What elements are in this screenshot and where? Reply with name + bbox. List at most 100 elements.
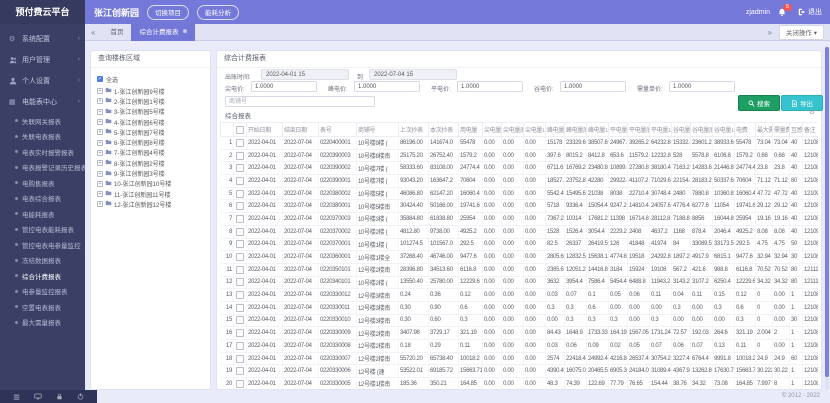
tree-expander-icon[interactable]: + [97, 140, 103, 146]
tree-item[interactable]: +6-张江创新园8号楼 [97, 137, 206, 147]
tree-expander-icon[interactable]: + [97, 191, 103, 197]
row-checkbox[interactable] [236, 240, 244, 248]
row-checkbox[interactable] [236, 342, 244, 350]
username[interactable]: zjadmin [746, 9, 770, 16]
tree-item[interactable]: +11-张江创新园11号楼 [97, 189, 206, 199]
column-header[interactable]: 平电量止 [650, 123, 672, 137]
sidebar-subitem[interactable]: 管控电表能耗报表 [0, 222, 85, 238]
column-header[interactable]: 最大需量 [756, 123, 773, 137]
row-checkbox[interactable] [236, 152, 244, 160]
column-header[interactable]: 谷电量止 [713, 123, 735, 137]
sidebar-item-1[interactable]: ⚙系统配置‹ [0, 28, 85, 49]
column-settings-gear-icon[interactable]: ⚙ [809, 108, 815, 116]
sidebar-subitem[interactable]: 综合计费报表 [0, 268, 85, 284]
tree-expander-icon[interactable]: + [97, 98, 103, 104]
column-header[interactable]: 互感器倍率 [790, 123, 803, 137]
row-checkbox[interactable] [236, 266, 244, 274]
tree-item[interactable]: +7-张江创新园4号楼 [97, 148, 206, 158]
column-header[interactable]: 商铺号 [357, 123, 399, 137]
row-checkbox[interactable] [236, 139, 244, 147]
price-input-3[interactable]: 1.0000 [457, 81, 523, 92]
sidebar-subitem[interactable]: 电表报警记录历史报表 [0, 160, 85, 176]
sidebar-subitem[interactable]: 最大需量报表 [0, 315, 85, 331]
price-input-1[interactable]: 1.0000 [251, 81, 317, 92]
column-header[interactable]: 峰电量 [546, 123, 565, 137]
tab-close-icon[interactable]: ⊗ [182, 24, 187, 41]
column-header[interactable]: 结束日期 [283, 123, 319, 137]
row-checkbox[interactable] [236, 304, 244, 312]
switch-project-button[interactable]: 切换项目 [147, 5, 189, 20]
date-to-field[interactable]: 2022-07-04 15 [369, 69, 457, 80]
column-header[interactable]: 表号 [319, 123, 357, 137]
column-header[interactable]: 用电量 [459, 123, 483, 137]
row-checkbox[interactable] [236, 190, 244, 198]
shop-number-input[interactable]: 商铺号 [225, 96, 375, 107]
column-header[interactable]: 开始日期 [247, 123, 283, 137]
price-input-4[interactable]: 1.0000 [560, 81, 626, 92]
sidebar-subitem[interactable]: 空置电表报表 [0, 299, 85, 315]
tab-billing-report[interactable]: 综合计费报表 ⊗ [131, 24, 195, 41]
price-input-2[interactable]: 1.0000 [354, 81, 420, 92]
tree-item[interactable]: +3-张江创新园5号楼 [97, 107, 206, 117]
sidebar-subitem[interactable]: 管控电表电参量监控 [0, 237, 85, 253]
tree-expander-icon[interactable]: + [97, 201, 103, 207]
column-header[interactable]: 本次抄表 [429, 123, 459, 137]
sidebar-item-3[interactable]: 个人设置‹ [0, 70, 85, 91]
sidebar-subitem[interactable]: 冻结数据报表 [0, 253, 85, 269]
tree-item[interactable]: +1-张江创新园9号楼 [97, 86, 206, 96]
tree-expander-icon[interactable]: + [97, 150, 103, 156]
column-header[interactable]: 平电量底 [628, 123, 650, 137]
tree-expander-icon[interactable]: + [97, 181, 103, 187]
tabs-scroll-left-icon[interactable]: « [91, 28, 95, 37]
sidebar-subitem[interactable]: 失联电表报表 [0, 129, 85, 145]
power-icon[interactable] [77, 393, 84, 400]
column-header[interactable]: 尖电量止 [524, 123, 546, 137]
select-all-checkbox[interactable]: ✓ [97, 76, 103, 82]
tree-expander-icon[interactable]: + [97, 88, 103, 94]
page-scrollbar-thumb[interactable] [825, 47, 829, 377]
date-from-field[interactable]: 2022-04-01 15 [261, 69, 349, 80]
row-checkbox[interactable] [236, 291, 244, 299]
sidebar-subitem[interactable]: 电购售报表 [0, 175, 85, 191]
row-checkbox[interactable] [236, 380, 244, 388]
notifications-bell-icon[interactable]: 5 [778, 8, 786, 17]
row-checkbox[interactable] [236, 202, 244, 210]
sidebar-subitem[interactable]: 电参量监控报表 [0, 284, 85, 300]
tree-item[interactable]: +5-张江创新园7号楼 [97, 127, 206, 137]
row-checkbox[interactable] [236, 253, 244, 261]
sidebar-subitem[interactable]: 电表实时报警报表 [0, 144, 85, 160]
logout-button[interactable]: 退出 [798, 7, 822, 17]
row-checkbox[interactable] [236, 367, 244, 375]
row-checkbox[interactable] [236, 316, 244, 324]
column-header[interactable]: 平电量 [609, 123, 628, 137]
sidebar-subitem[interactable]: 电能耗报表 [0, 206, 85, 222]
row-checkbox[interactable] [236, 215, 244, 223]
tree-expander-icon[interactable]: + [97, 119, 103, 125]
row-checkbox[interactable] [236, 355, 244, 363]
tree-item[interactable]: +12-张江创新园12号楼 [97, 199, 206, 209]
row-checkbox[interactable] [236, 164, 244, 172]
tree-item[interactable]: +4-张江创新园6号楼 [97, 117, 206, 127]
row-checkbox[interactable] [236, 278, 244, 286]
row-checkbox[interactable] [236, 329, 244, 337]
column-header[interactable]: 峰电量止 [587, 123, 609, 137]
column-header[interactable]: 尖电量 [483, 123, 502, 137]
close-operations-dropdown[interactable]: 关闭操作 ▾ [779, 25, 824, 40]
column-header[interactable]: 峰电量底 [565, 123, 587, 137]
column-header[interactable]: 备注 [803, 123, 819, 137]
tree-item[interactable]: +8-张江创新园2号楼 [97, 158, 206, 168]
energy-analysis-button[interactable]: 能耗分析 [197, 5, 239, 20]
column-header[interactable]: 上次抄表 [399, 123, 429, 137]
select-all-rows-checkbox[interactable] [236, 126, 244, 134]
tree-item[interactable]: +9-张江创新园3号楼 [97, 168, 206, 178]
menu-collapse-icon[interactable] [13, 394, 20, 400]
tree-expander-icon[interactable]: + [97, 160, 103, 166]
column-header[interactable]: 尖电量底 [502, 123, 524, 137]
tree-expander-icon[interactable]: + [97, 171, 103, 177]
tabs-scroll-right-icon[interactable]: » [767, 28, 771, 37]
export-button[interactable]: 导出 [781, 95, 823, 111]
tree-item[interactable]: +2-张江创新园1号楼 [97, 96, 206, 106]
sidebar-item-2[interactable]: 用户管理‹ [0, 49, 85, 70]
monitor-icon[interactable] [34, 393, 42, 400]
tree-expander-icon[interactable]: + [97, 129, 103, 135]
